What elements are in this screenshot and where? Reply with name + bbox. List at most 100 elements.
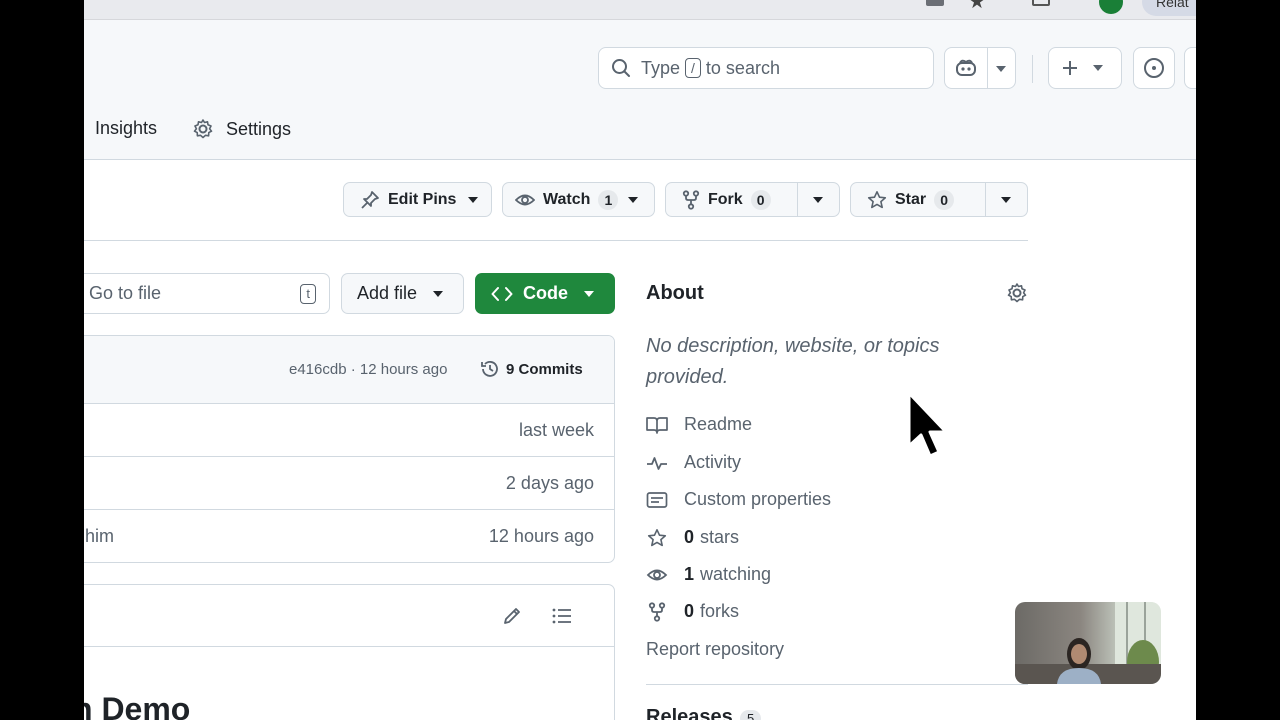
header-divider [1032,55,1033,83]
search-input[interactable]: Type / to search [598,47,934,89]
tab-label: Settings [226,118,292,139]
chevron-down-icon [433,290,444,297]
commits-label: 9 Commits [506,360,583,378]
chevron-down-icon [628,196,639,203]
table-row[interactable]: last week [84,404,614,457]
extensions-icon[interactable] [926,0,944,6]
pencil-icon[interactable] [501,605,523,627]
forks-count: 0 [684,601,695,621]
chevron-down-icon[interactable] [1001,197,1011,203]
add-file-label: Add file [357,283,418,303]
star-icon [647,528,667,546]
create-new-button[interactable] [1048,47,1122,89]
fork-label: Fork [708,190,743,208]
profile-avatar[interactable] [1099,0,1123,14]
file-name[interactable]: him [85,526,114,547]
releases-count: 5 [740,710,762,720]
watch-button[interactable]: Watch 1 [502,182,655,217]
fork-button[interactable]: Fork 0 [665,182,840,217]
chevron-down-icon [468,196,479,203]
button-divider [797,183,798,216]
gear-icon [193,119,213,139]
readme-header [84,585,614,647]
chevron-down-icon[interactable] [996,66,1006,72]
tab-label: Insights [95,118,158,138]
commits-link[interactable]: 9 Commits [480,359,583,379]
repo-forked-icon [648,601,666,622]
copilot-button[interactable] [944,47,1016,89]
watching-link[interactable]: 1 watching [646,564,771,585]
chevron-down-icon [1093,65,1103,71]
button-divider [985,183,986,216]
file-updated-time: 2 days ago [505,473,594,493]
issue-opened-icon [1144,58,1164,78]
section-divider [84,240,1028,241]
readme-panel: n Demo [84,584,615,720]
mouse-cursor-icon [907,391,948,458]
custom-properties-link[interactable]: Custom properties [646,489,831,510]
list-unordered-icon[interactable] [551,605,573,627]
file-updated-time: last week [518,420,594,440]
code-icon [491,286,513,301]
readme-heading: n Demo [84,691,191,720]
search-shortcut-key: / [685,58,701,78]
file-table: e416cdb · 12 hours ago 9 Commits last we… [84,335,615,563]
releases-heading[interactable]: Releases [646,706,733,720]
readme-link[interactable]: Readme [646,414,752,435]
chevron-down-icon [584,290,594,297]
repo-forked-icon [682,189,700,210]
copilot-icon [956,59,976,76]
sidebar-divider [646,684,1028,685]
search-prefix: Type [641,57,681,78]
history-icon [481,361,498,377]
chevron-down-icon[interactable] [813,197,823,203]
code-button[interactable]: Code [475,273,615,314]
note-icon [646,491,668,508]
code-label: Code [523,283,568,303]
table-row[interactable]: 2 days ago [84,457,614,510]
presenter-silhouette [1015,602,1161,684]
readme-label: Readme [684,414,753,434]
add-file-button[interactable]: Add file [341,273,464,314]
tab-search-icon[interactable] [1032,0,1050,6]
activity-link[interactable]: Activity [646,452,741,473]
about-title: About [646,282,704,304]
forks-link[interactable]: 0 forks [646,601,739,622]
tab-insights[interactable]: Insights [95,118,157,139]
fork-count: 0 [750,189,771,210]
webcam-overlay [1015,602,1161,684]
latest-commit-meta[interactable]: e416cdb · 12 hours ago [289,361,447,378]
star-label: Star [895,190,927,208]
profile-pill[interactable]: Relat [1142,0,1196,16]
star-button[interactable]: Star 0 [850,182,1028,217]
star-icon [867,190,887,208]
go-to-file-placeholder: Go to file [89,283,162,303]
activity-label: Activity [684,452,742,472]
star-count: 0 [934,189,955,210]
watch-label: Watch [543,190,591,208]
go-to-file-input[interactable]: Go to file t [84,273,330,314]
book-icon [646,416,668,434]
stars-label: stars [700,527,740,547]
eye-icon [646,569,668,580]
gear-icon[interactable] [1006,282,1028,304]
pull-requests-button[interactable] [1184,47,1196,89]
bookmark-star-icon[interactable]: ★ [968,0,986,12]
eye-icon [515,194,535,205]
plus-icon [1063,61,1077,75]
stars-link[interactable]: 0 stars [646,527,739,548]
edit-pins-button[interactable]: Edit Pins [343,182,492,217]
stars-count: 0 [684,527,695,547]
github-header: Type / to search Insights Settings [84,20,1196,160]
search-suffix: to search [705,57,780,78]
report-repository-link[interactable]: Report repository [646,639,784,660]
table-row[interactable]: him 12 hours ago [84,510,614,562]
pulse-icon [647,456,667,470]
watch-count: 1 [598,189,619,210]
pin-icon [361,190,379,209]
browser-viewport: ★ Relat Type / to search Insights Settin… [84,0,1196,720]
edit-pins-label: Edit Pins [388,190,457,208]
issues-button[interactable] [1133,47,1175,89]
about-description: No description, website, or topics provi… [646,335,940,388]
tab-settings[interactable]: Settings [192,118,291,140]
